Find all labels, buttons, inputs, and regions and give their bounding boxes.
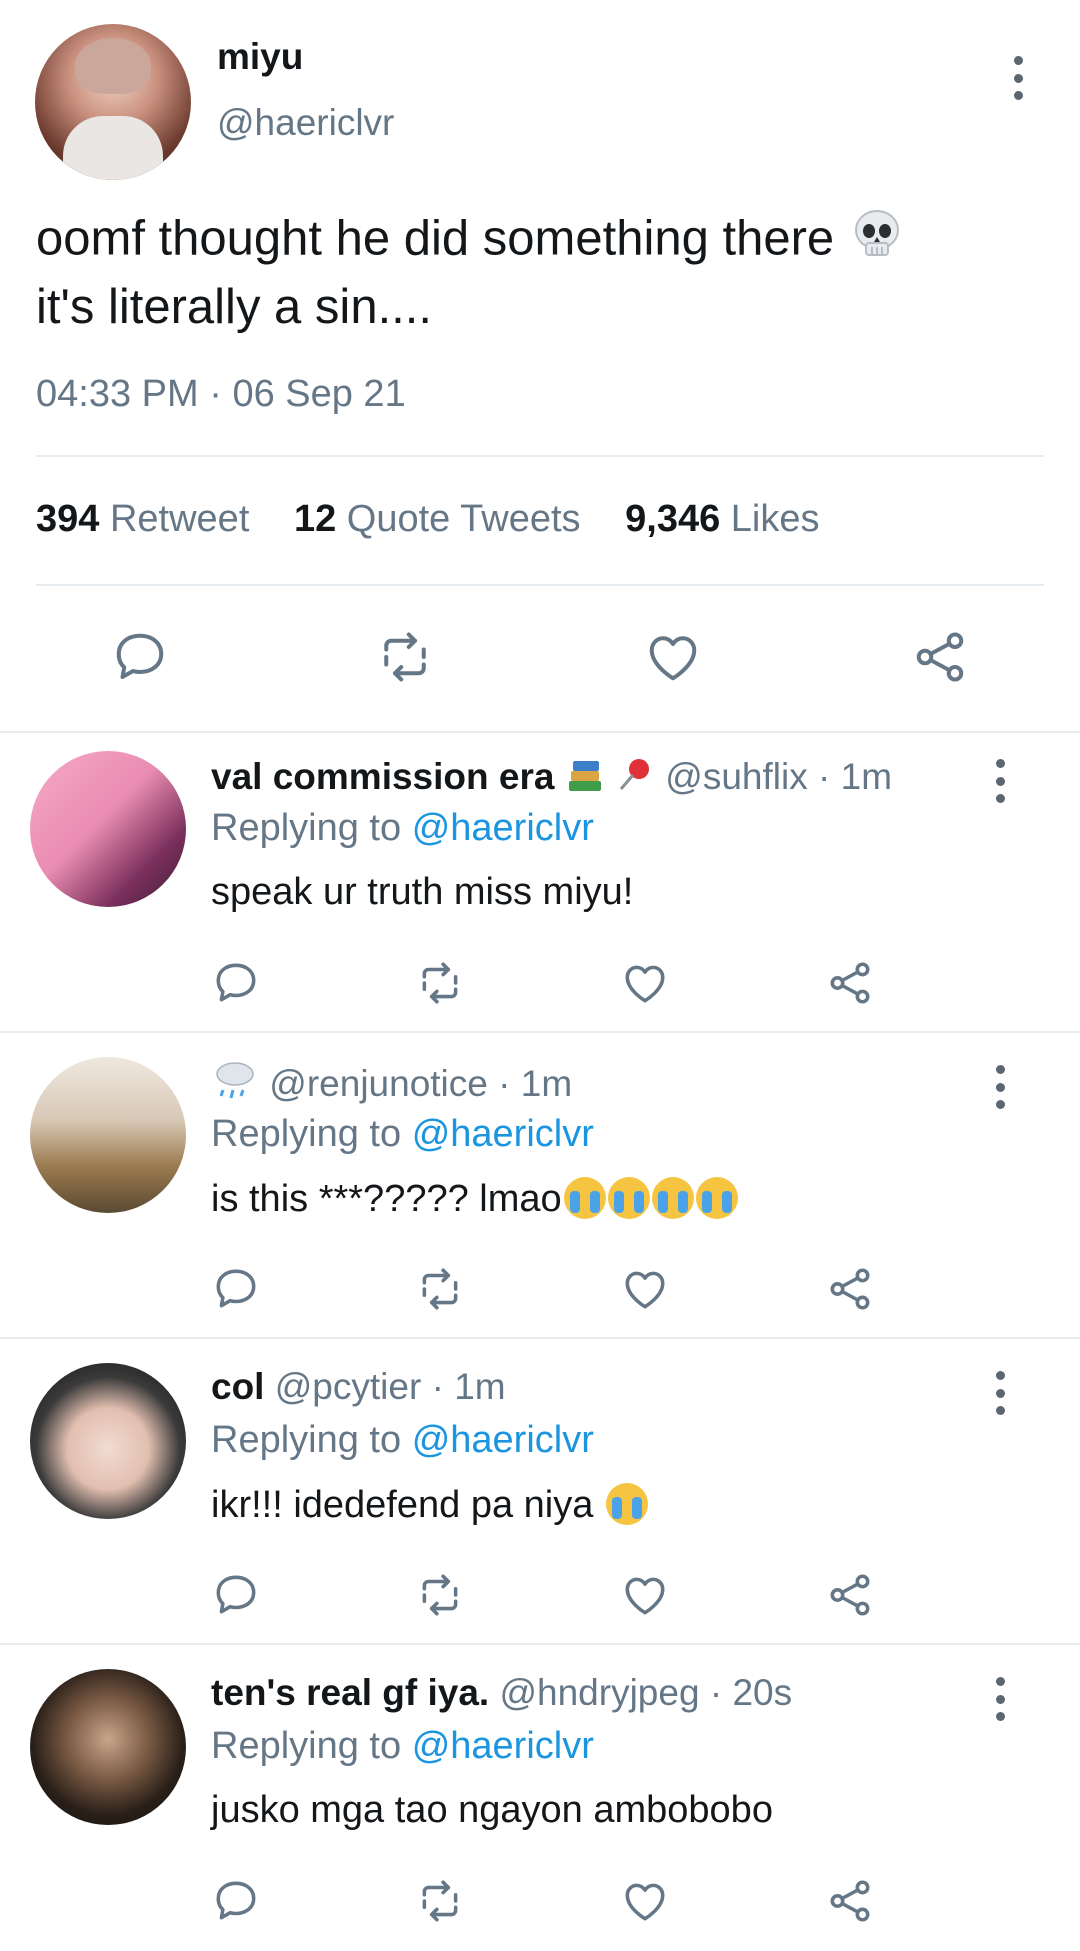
more-options-icon[interactable] [1012, 56, 1024, 100]
avatar[interactable] [30, 1363, 186, 1519]
more-options-icon[interactable] [994, 1677, 1006, 1721]
retweet-icon[interactable] [415, 1264, 465, 1314]
retweet-icon[interactable] [415, 1876, 465, 1926]
reply-author-handle[interactable]: @hndryjpeg [499, 1672, 699, 1713]
main-tweet: miyu @haericlvr oomf thought he did some… [0, 0, 1080, 732]
mention-link[interactable]: @haericlvr [412, 1725, 594, 1767]
crying-face-icon [651, 1177, 694, 1219]
reply-action-bar [0, 1570, 1080, 1630]
reply-action-bar [0, 1876, 1080, 1936]
crying-face-icon [607, 1177, 650, 1219]
reply-author-name[interactable]: col [211, 1366, 264, 1407]
books-icon [565, 756, 605, 797]
like-icon[interactable] [620, 1570, 670, 1620]
reply-author-handle[interactable]: @renjunotice [269, 1063, 488, 1104]
author-handle[interactable]: @haericlvr [217, 102, 394, 144]
tweet-text-line1: oomf thought he did something there [36, 211, 835, 266]
replying-to: Replying to @haericlvr [211, 1419, 594, 1461]
reply-action-bar [0, 958, 1080, 1018]
retweet-icon[interactable] [375, 627, 435, 687]
reply-item[interactable]: @renjunotice · 1m Replying to @haericlvr… [0, 1033, 1080, 1339]
retweet-icon[interactable] [415, 1570, 465, 1620]
reply-time: 1m [454, 1366, 506, 1407]
author-avatar[interactable] [35, 24, 191, 180]
share-icon[interactable] [825, 1876, 875, 1926]
reply-icon[interactable] [211, 958, 261, 1008]
reply-action-bar [0, 1264, 1080, 1324]
replying-to: Replying to @haericlvr [211, 1113, 594, 1155]
tweet-text: oomf thought he did something there it's… [36, 207, 1026, 338]
tweet-timestamp[interactable]: 04:33 PM · 06 Sep 21 [36, 373, 406, 416]
reply-icon[interactable] [211, 1570, 261, 1620]
reply-header: @renjunotice · 1m [211, 1060, 572, 1105]
like-icon[interactable] [620, 1264, 670, 1314]
reply-item[interactable]: ten's real gf iya. @hndryjpeg · 20s Repl… [0, 1645, 1080, 1951]
tweet-text-line2: it's literally a sin.... [36, 280, 433, 334]
pushpin-icon [615, 756, 655, 797]
reply-item[interactable]: val commission era @suhflix · 1m Replyin… [0, 733, 1080, 1039]
reply-icon[interactable] [211, 1264, 261, 1314]
reply-author-name[interactable]: ten's real gf iya. [211, 1672, 489, 1713]
reply-header: val commission era @suhflix · 1m [211, 756, 893, 797]
author-name[interactable]: miyu [217, 36, 303, 78]
main-action-bar [0, 627, 1080, 687]
share-icon[interactable] [910, 627, 970, 687]
quote-tweets-stat[interactable]: 12 Quote Tweets [294, 498, 581, 540]
reply-text: ikr!!! idedefend pa niya [211, 1483, 648, 1527]
tweet-stats: 394 Retweet 12 Quote Tweets 9,346 Likes [36, 498, 854, 541]
reply-header: ten's real gf iya. @hndryjpeg · 20s [211, 1672, 793, 1713]
reply-author-handle[interactable]: @suhflix [665, 756, 807, 797]
reply-text: jusko mga tao ngayon ambobobo [211, 1789, 773, 1831]
reply-author-name[interactable]: val commission era [211, 756, 554, 797]
more-options-icon[interactable] [994, 759, 1006, 803]
reply-time: 1m [840, 756, 893, 797]
reply-item[interactable]: col @pcytier · 1m Replying to @haericlvr… [0, 1339, 1080, 1645]
reply-text: is this ***????? lmao [211, 1177, 738, 1221]
reply-author-handle[interactable]: @pcytier [275, 1366, 422, 1407]
mention-link[interactable]: @haericlvr [412, 807, 594, 849]
divider [36, 584, 1044, 586]
reply-time: 1m [520, 1063, 573, 1104]
divider [36, 455, 1044, 457]
replying-to: Replying to @haericlvr [211, 807, 594, 849]
tweet-time: 04:33 PM [36, 373, 199, 415]
more-options-icon[interactable] [994, 1371, 1006, 1415]
crying-face-icon [695, 1177, 738, 1219]
avatar[interactable] [30, 1057, 186, 1213]
replying-to: Replying to @haericlvr [211, 1725, 594, 1767]
like-icon[interactable] [620, 958, 670, 1008]
retweets-stat[interactable]: 394 Retweet [36, 498, 249, 540]
mention-link[interactable]: @haericlvr [412, 1113, 594, 1155]
share-icon[interactable] [825, 1570, 875, 1620]
reply-time: 20s [732, 1672, 793, 1713]
reply-header: col @pcytier · 1m [211, 1366, 506, 1407]
avatar[interactable] [30, 1669, 186, 1825]
likes-stat[interactable]: 9,346 Likes [625, 498, 819, 540]
crying-face-icon [563, 1177, 606, 1219]
tweet-date: 06 Sep 21 [232, 373, 406, 415]
reply-icon[interactable] [211, 1876, 261, 1926]
share-icon[interactable] [825, 958, 875, 1008]
skull-icon [850, 207, 904, 276]
rain-cloud-icon [211, 1062, 259, 1104]
crying-face-icon [605, 1483, 648, 1525]
avatar[interactable] [30, 751, 186, 907]
retweet-icon[interactable] [415, 958, 465, 1008]
reply-icon[interactable] [110, 627, 170, 687]
like-icon[interactable] [620, 1876, 670, 1926]
like-icon[interactable] [643, 627, 703, 687]
reply-text: speak ur truth miss miyu! [211, 871, 634, 913]
mention-link[interactable]: @haericlvr [412, 1419, 594, 1461]
share-icon[interactable] [825, 1264, 875, 1314]
more-options-icon[interactable] [994, 1065, 1006, 1109]
